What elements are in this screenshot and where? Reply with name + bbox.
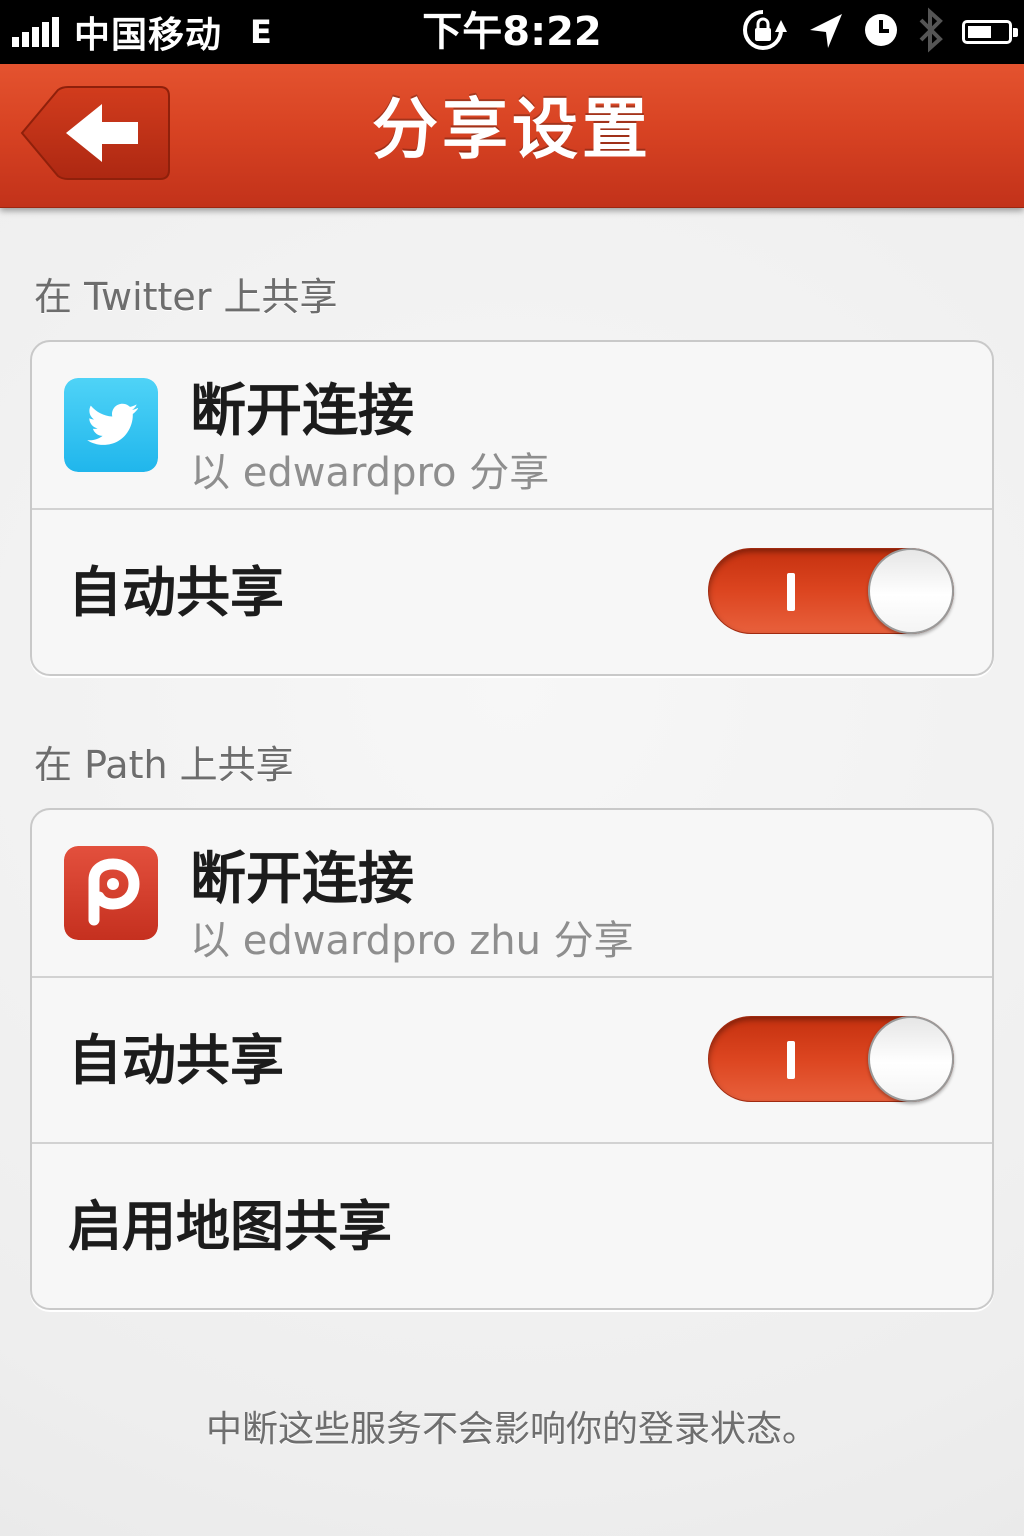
twitter-icon — [64, 378, 158, 472]
path-auto-share-label: 自动共享 — [68, 1029, 284, 1092]
bluetooth-icon — [916, 6, 946, 58]
page-title: 分享设置 — [372, 91, 652, 168]
path-account-subtitle: 以 edwardpro zhu 分享 — [190, 918, 634, 964]
toggle-knob — [868, 548, 954, 634]
battery-icon — [962, 20, 1018, 44]
twitter-account-subtitle: 以 edwardpro 分享 — [190, 450, 550, 496]
path-auto-share-toggle[interactable] — [708, 1016, 954, 1102]
rotation-lock-icon — [736, 8, 790, 56]
path-disconnect-label: 断开连接 — [190, 847, 414, 912]
navigation-bar: 分享设置 — [0, 64, 1024, 208]
path-account-cell[interactable]: 断开连接 以 edwardpro zhu 分享 — [32, 810, 992, 976]
twitter-settings-group: 断开连接 以 edwardpro 分享 自动共享 — [30, 340, 994, 676]
battery-level — [968, 26, 991, 38]
twitter-auto-share-label: 自动共享 — [68, 561, 284, 624]
twitter-auto-share-cell: 自动共享 — [32, 508, 992, 674]
twitter-section-header: 在 Twitter 上共享 — [34, 275, 338, 319]
path-map-share-label: 启用地图共享 — [68, 1195, 392, 1258]
toggle-on-indicator — [787, 573, 795, 611]
alarm-icon — [862, 11, 900, 53]
path-map-share-cell[interactable]: 启用地图共享 — [32, 1142, 992, 1308]
path-auto-share-cell: 自动共享 — [32, 976, 992, 1142]
twitter-auto-share-toggle[interactable] — [708, 548, 954, 634]
location-icon — [806, 8, 846, 56]
toggle-on-indicator — [787, 1041, 795, 1079]
status-bar: 中国移动 E 下午8:22 — [0, 0, 1024, 64]
path-settings-group: 断开连接 以 edwardpro zhu 分享 自动共享 启用地图共享 — [30, 808, 994, 1310]
path-section-header: 在 Path 上共享 — [34, 743, 294, 787]
footer-note: 中断这些服务不会影响你的登录状态。 — [205, 1409, 818, 1450]
toggle-knob — [868, 1016, 954, 1102]
path-icon — [64, 846, 158, 940]
twitter-account-cell[interactable]: 断开连接 以 edwardpro 分享 — [32, 342, 992, 508]
twitter-disconnect-label: 断开连接 — [190, 379, 414, 444]
